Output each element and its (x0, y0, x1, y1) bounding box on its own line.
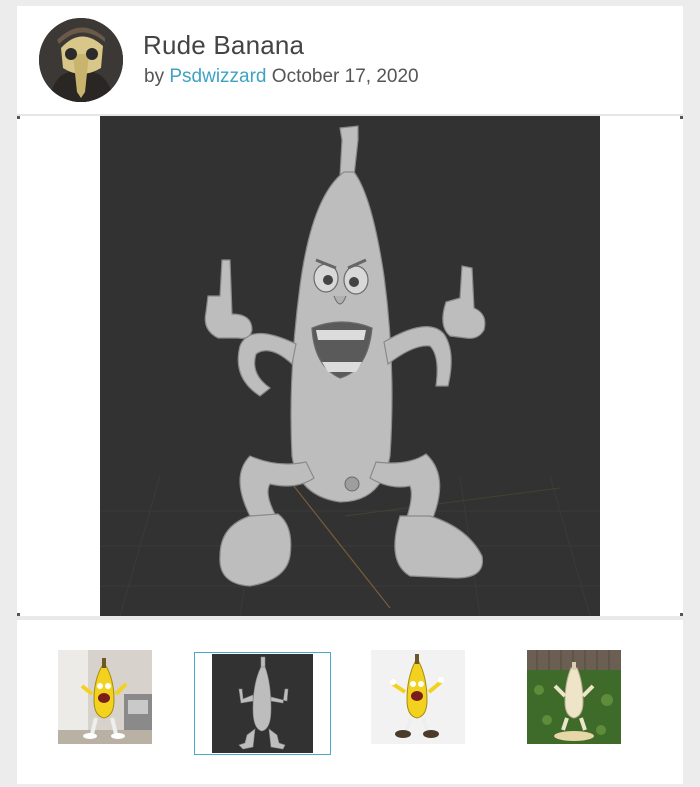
author-avatar[interactable] (39, 18, 123, 102)
post-card: Rude Banana by Psdwizzard October 17, 20… (17, 6, 683, 784)
byline-prefix: by (144, 66, 165, 87)
post-title: Rude Banana (143, 30, 305, 60)
post-byline: by Psdwizzard October 17, 2020 (144, 66, 419, 88)
viewer-corner (680, 116, 683, 119)
post-date: October 17, 2020 (271, 66, 419, 87)
banana-3d-model-icon (100, 116, 600, 616)
post-header: Rude Banana by Psdwizzard October 17, 20… (17, 6, 683, 114)
thumbnail-4[interactable] (527, 650, 621, 744)
painted-banana-print-icon (58, 650, 152, 744)
main-image-viewer[interactable] (17, 116, 683, 616)
thumbnail-2[interactable] (194, 652, 331, 755)
main-image[interactable] (100, 116, 600, 616)
author-link[interactable]: Psdwizzard (169, 66, 266, 87)
thumbnail-1[interactable] (58, 650, 152, 744)
thumbnail-strip (17, 620, 683, 784)
painted-banana-white-bg-icon (371, 650, 465, 744)
banana-print-in-grass-icon (527, 650, 621, 744)
thumbnail-3[interactable] (371, 650, 465, 744)
plague-doctor-mask-icon (39, 18, 123, 102)
banana-3d-model-thumbnail-icon (195, 653, 330, 754)
viewer-corner (17, 116, 20, 119)
